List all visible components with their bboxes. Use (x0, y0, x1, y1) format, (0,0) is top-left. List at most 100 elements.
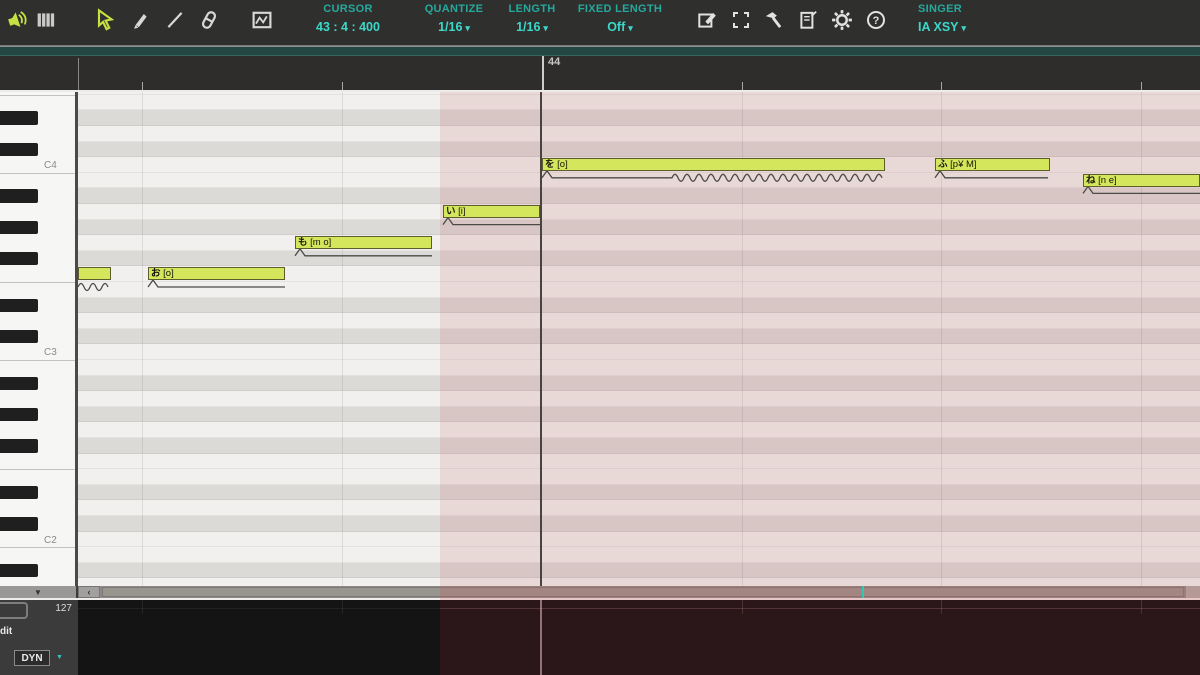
singer-dropdown[interactable]: SINGER IA XSY ▾ (918, 4, 1028, 34)
cursor-value: 43 : 4 : 400 (316, 20, 380, 34)
line-tool-icon[interactable] (162, 7, 188, 33)
settings-gear-icon[interactable] (829, 7, 855, 33)
timeline-ruler[interactable]: 44 (0, 47, 1200, 90)
white-key-separator (0, 360, 75, 361)
note[interactable]: お [o] (148, 267, 285, 281)
white-key-separator (0, 282, 75, 283)
octave-label: C4 (44, 160, 57, 172)
octave-label: C2 (44, 534, 57, 546)
piano-key-black[interactable] (0, 407, 38, 422)
parameter-panel-sidebar: 127 dit DYN ▼ (0, 600, 78, 675)
note[interactable]: い [i] (443, 205, 540, 218)
parameter-select-button[interactable]: DYN (14, 650, 50, 666)
note-lyric: を (545, 159, 555, 171)
scrollbar-tint (440, 586, 1200, 598)
chevron-down-icon: ▾ (961, 23, 967, 33)
cursor-readout: CURSOR 43 : 4 : 400 (300, 4, 396, 34)
piano-keys-icon[interactable] (33, 7, 59, 33)
ruler-beat-tick (941, 82, 942, 90)
piano-key-black[interactable] (0, 517, 38, 531)
piano-keyboard[interactable]: C4 C3 C2 (0, 92, 75, 586)
note[interactable]: ね [n e] (1083, 173, 1200, 187)
note-phoneme: [p¥ M] (947, 159, 977, 171)
edit-pencil-icon[interactable] (694, 7, 720, 33)
note[interactable]: も [m o] (295, 236, 432, 250)
white-key-separator (0, 469, 75, 471)
select-arrow-tool-icon[interactable] (92, 7, 118, 33)
parameter-max-value: 127 (55, 603, 72, 614)
note-phoneme: [o] (554, 159, 568, 171)
piano-key-black[interactable] (0, 563, 38, 578)
piano-key-black[interactable] (0, 251, 38, 266)
chevron-down-icon: ▾ (543, 23, 548, 33)
scroll-down-button[interactable]: ▼ (0, 586, 78, 598)
piano-key-black[interactable] (0, 189, 38, 203)
length-dropdown[interactable]: LENGTH 1/16 ▾ (502, 4, 562, 34)
pitch-draw-tool-icon[interactable] (249, 7, 275, 33)
piano-key-black[interactable] (0, 142, 38, 157)
beat-grid-line (1141, 92, 1142, 586)
fixed-length-dropdown[interactable]: FIXED LENGTH Off ▾ (570, 4, 670, 34)
help-icon[interactable]: ? (863, 7, 889, 33)
parameter-graph-area[interactable] (78, 600, 440, 675)
quantize-dropdown[interactable]: QUANTIZE 1/16 ▾ (408, 4, 500, 34)
parameter-beat-tick (1141, 600, 1142, 614)
ruler-edge-tick (78, 58, 79, 90)
svg-text:?: ? (873, 15, 880, 27)
note[interactable] (78, 267, 111, 281)
cursor-label: CURSOR (323, 3, 373, 15)
note-lyric: い (446, 206, 456, 217)
note-lyric: ふ (938, 159, 948, 171)
white-key-separator (0, 94, 75, 96)
ruler-beat-tick (742, 82, 743, 90)
piano-key-black[interactable] (0, 485, 38, 500)
parameter-beat-tick (941, 600, 942, 614)
piano-key-black[interactable] (0, 376, 38, 391)
document-edit-icon[interactable] (795, 7, 821, 33)
scrollbar-position-marker (862, 586, 864, 598)
scroll-left-button[interactable]: ‹ (78, 586, 100, 598)
ruler-beat-tick (1141, 82, 1142, 90)
parameter-beat-tick (142, 600, 143, 614)
note[interactable]: を [o] (542, 158, 885, 172)
pen-tool-icon[interactable] (127, 7, 153, 33)
chevron-down-icon: ▾ (465, 23, 470, 33)
note-phoneme: [i] (455, 206, 466, 217)
keyboard-grid-divider (75, 92, 78, 586)
piano-key-black[interactable] (0, 111, 38, 125)
piano-key-black[interactable] (0, 298, 38, 313)
parameter-graph-area-tinted[interactable] (440, 600, 1200, 675)
note-lyric: ね (1086, 174, 1096, 186)
beat-grid-line (142, 92, 143, 586)
piano-key-black[interactable] (0, 329, 38, 344)
parameter-beat-tick (742, 600, 743, 614)
white-key-separator (0, 172, 75, 174)
ruler-beat-tick (342, 82, 343, 90)
beat-grid-line (342, 92, 343, 586)
note-phoneme: [n e] (1095, 174, 1117, 186)
note[interactable]: ふ [p¥ M] (935, 158, 1050, 172)
piano-roll[interactable]: お [o] も [m o] い [i] を [o] ふ [p¥ M] ね [n e] C4… (0, 92, 1200, 586)
loop-range-band[interactable] (0, 47, 1200, 56)
parameter-beat-tick (342, 600, 343, 614)
note-lyric: お (151, 268, 161, 280)
piano-key-black[interactable] (0, 439, 38, 453)
eraser-tool-icon[interactable] (196, 7, 222, 33)
hammer-tool-icon[interactable] (760, 7, 786, 33)
maximize-icon[interactable] (728, 7, 754, 33)
ruler-beat-tick (142, 82, 143, 90)
parameter-panel: 127 dit DYN ▼ (0, 600, 1200, 675)
speaker-icon[interactable] (4, 7, 30, 33)
chevron-down-icon[interactable]: ▼ (56, 654, 63, 661)
ruler-measure-tick (542, 56, 544, 90)
chevron-down-icon: ▾ (628, 23, 633, 33)
parameter-scale-line (78, 608, 440, 609)
piano-key-black[interactable] (0, 220, 38, 235)
playhead-line-lower (540, 600, 542, 675)
note-grid[interactable]: お [o] も [m o] い [i] を [o] ふ [p¥ M] ね [n e] (78, 92, 1200, 586)
note-lyric: も (298, 237, 308, 249)
toolbar: CURSOR 43 : 4 : 400 QUANTIZE 1/16 ▾ LENGT… (0, 0, 1200, 45)
vocal-editor-window: CURSOR 43 : 4 : 400 QUANTIZE 1/16 ▾ LENGT… (0, 0, 1200, 675)
octave-label: C3 (44, 347, 57, 359)
measure-number: 44 (548, 56, 561, 68)
